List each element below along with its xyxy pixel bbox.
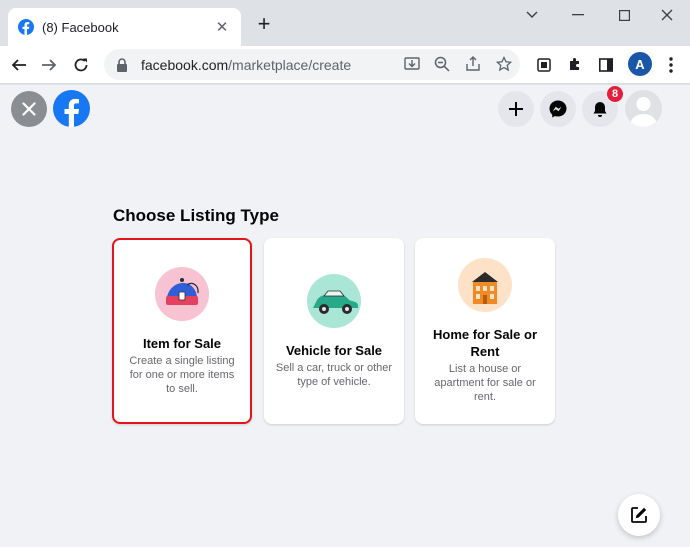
url-path: /marketplace/create [228, 56, 352, 73]
new-tab-button[interactable]: + [252, 11, 276, 36]
bookmark-star-icon[interactable] [492, 52, 516, 76]
address-bar[interactable]: facebook.com/marketplace/create [104, 49, 520, 80]
url-host: facebook.com [141, 56, 229, 73]
maximize-icon[interactable] [601, 0, 647, 30]
card-title: Home for Sale or Rent [432, 327, 538, 359]
card-title: Item for Sale [142, 335, 222, 351]
browser-tab[interactable]: (8) Facebook ✕ [8, 8, 241, 46]
back-arrow-icon[interactable] [4, 50, 34, 80]
profile-avatar[interactable] [625, 90, 662, 127]
reload-icon[interactable] [66, 50, 96, 80]
card-description: List a house or apartment for sale or re… [434, 363, 536, 403]
listing-type-home-for-sale-or-rent[interactable]: Home for Sale or Rent List a house or ap… [415, 238, 555, 424]
zoom-icon[interactable] [430, 52, 454, 76]
minimize-icon[interactable] [555, 0, 601, 30]
tab-close-icon[interactable]: ✕ [213, 18, 231, 36]
url-text[interactable]: facebook.com/marketplace/create [141, 57, 351, 73]
more-menu-icon[interactable] [656, 50, 686, 80]
compose-message-button[interactable] [618, 494, 660, 536]
notification-badge: 8 [606, 85, 624, 103]
listing-type-vehicle-for-sale[interactable]: Vehicle for Sale Sell a car, truck or ot… [264, 238, 404, 424]
item-for-sale-illustration-icon [155, 266, 209, 321]
tab-strip: (8) Facebook ✕ + [0, 0, 690, 46]
messenger-icon[interactable] [540, 91, 576, 127]
side-panel-icon[interactable] [591, 50, 621, 80]
install-app-icon[interactable] [400, 52, 424, 76]
tab-title: (8) Facebook [42, 19, 119, 35]
extensions-puzzle-icon[interactable] [560, 50, 590, 80]
lock-icon[interactable] [116, 57, 130, 73]
card-description: Create a single listing for one or more … [129, 354, 235, 395]
forward-arrow-icon[interactable] [34, 50, 64, 80]
browser-toolbar: facebook.com/marketplace/create A [0, 46, 690, 84]
compose-icon [631, 507, 647, 523]
facebook-logo-icon[interactable] [53, 90, 90, 127]
close-icon[interactable] [11, 91, 47, 127]
home-for-sale-illustration-icon [458, 258, 512, 312]
page-title: Choose Listing Type [113, 206, 279, 225]
facebook-favicon-icon [18, 19, 34, 35]
window-close-icon[interactable] [644, 0, 690, 30]
listing-type-item-for-sale[interactable]: Item for Sale Create a single listing fo… [112, 238, 252, 424]
card-description: Sell a car, truck or other type of vehic… [275, 361, 393, 388]
share-icon[interactable] [461, 52, 485, 76]
vehicle-for-sale-illustration-icon [307, 273, 361, 328]
card-title: Vehicle for Sale [285, 342, 383, 358]
tab-capture-icon[interactable] [529, 50, 559, 80]
tab-search-chevron-icon[interactable] [509, 0, 555, 30]
browser-profile-avatar[interactable]: A [628, 52, 652, 76]
marketplace-create-page: 8 Choose Listing Type Item for Sale Crea… [0, 85, 690, 547]
create-plus-icon[interactable] [498, 91, 534, 127]
